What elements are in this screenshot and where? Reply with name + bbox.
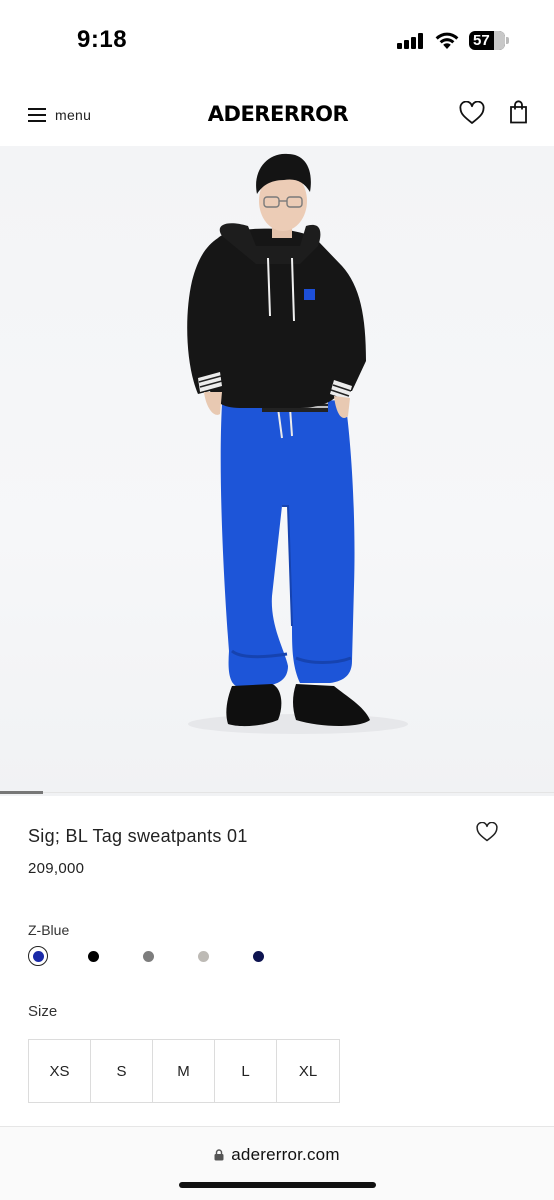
carousel-position-indicator bbox=[0, 791, 43, 794]
add-to-wishlist-heart-icon[interactable] bbox=[476, 822, 498, 842]
carousel-track bbox=[0, 792, 554, 793]
color-swatch-z-blue[interactable] bbox=[28, 946, 48, 966]
lock-icon bbox=[214, 1149, 224, 1161]
heart-icon[interactable] bbox=[459, 101, 485, 125]
home-indicator[interactable] bbox=[179, 1182, 376, 1188]
browser-address-bar: adererror.com bbox=[0, 1126, 554, 1200]
wifi-icon bbox=[435, 32, 459, 49]
swatch-dot bbox=[87, 950, 99, 962]
color-swatch-black[interactable] bbox=[83, 946, 103, 966]
size-option-xl[interactable]: XL bbox=[277, 1040, 339, 1102]
menu-label: menu bbox=[55, 107, 92, 123]
size-selector: XS S M L XL bbox=[28, 1039, 340, 1103]
color-swatch-grey[interactable] bbox=[138, 946, 158, 966]
url-field[interactable]: adererror.com bbox=[0, 1145, 554, 1165]
size-option-xs[interactable]: XS bbox=[29, 1040, 91, 1102]
product-title: Sig; BL Tag sweatpants 01 bbox=[28, 826, 248, 846]
size-option-l[interactable]: L bbox=[215, 1040, 277, 1102]
swatch-dot bbox=[32, 950, 44, 962]
swatch-dot bbox=[252, 950, 264, 962]
size-label: Size bbox=[28, 1003, 58, 1020]
selected-color-name: Z-Blue bbox=[28, 922, 70, 938]
shopping-bag-icon[interactable] bbox=[509, 100, 528, 124]
model-illustration bbox=[187, 153, 408, 734]
size-option-s[interactable]: S bbox=[91, 1040, 153, 1102]
menu-button[interactable]: menu bbox=[28, 104, 91, 126]
site-header: menu ADERERROR bbox=[0, 82, 554, 146]
battery-level: 57 bbox=[473, 32, 490, 49]
swatch-dot bbox=[197, 950, 209, 962]
brand-logo[interactable]: ADERERROR bbox=[200, 102, 356, 126]
size-option-m[interactable]: M bbox=[153, 1040, 215, 1102]
color-swatch-navy[interactable] bbox=[248, 946, 268, 966]
status-bar: 9:18 57 bbox=[0, 0, 554, 82]
status-time: 9:18 bbox=[77, 26, 128, 53]
product-image[interactable] bbox=[0, 146, 554, 796]
color-swatch-light-grey[interactable] bbox=[193, 946, 213, 966]
swatch-dot bbox=[142, 950, 154, 962]
product-price: 209,000 bbox=[28, 860, 85, 877]
battery-icon: 57 bbox=[469, 31, 505, 50]
url-text: adererror.com bbox=[231, 1145, 340, 1164]
cellular-signal-icon bbox=[397, 33, 425, 49]
hamburger-icon bbox=[28, 108, 46, 122]
